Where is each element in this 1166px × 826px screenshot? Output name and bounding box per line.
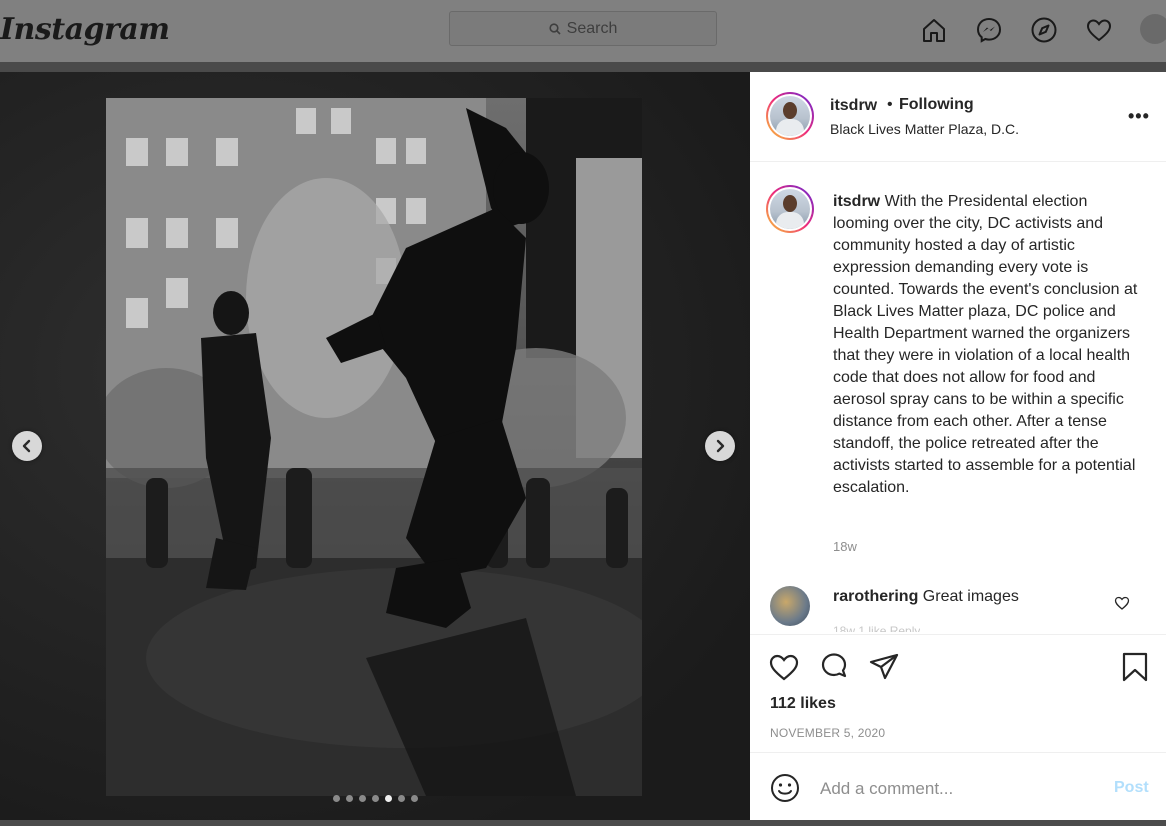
share-icon[interactable] (868, 651, 900, 683)
home-icon[interactable] (917, 13, 950, 46)
chevron-right-icon (716, 439, 725, 453)
carousel-dot (359, 795, 366, 802)
post-actions: 112 likes NOVEMBER 5, 2020 (750, 634, 1166, 753)
more-options-icon[interactable]: ••• (1128, 106, 1150, 127)
comment-input[interactable] (818, 773, 1102, 805)
caption-time: 18w (833, 539, 857, 554)
carousel-dot (385, 795, 392, 802)
following-button[interactable]: Following (899, 96, 974, 114)
carousel-dot (411, 795, 418, 802)
chevron-left-icon (22, 439, 31, 453)
comment: rarothering Great images (833, 588, 1019, 606)
caption-author-avatar[interactable] (766, 185, 814, 233)
explore-icon[interactable] (1027, 13, 1060, 46)
heart-icon[interactable] (1082, 13, 1115, 46)
post-header: itsdrw • Following Black Lives Matter Pl… (750, 72, 1166, 162)
save-bookmark-icon[interactable] (1119, 651, 1151, 683)
search-box[interactable]: Search (449, 11, 717, 46)
carousel-dot (372, 795, 379, 802)
author-username[interactable]: itsdrw (830, 97, 877, 115)
caption-username[interactable]: itsdrw (833, 193, 880, 210)
search-placeholder: Search (566, 19, 618, 37)
carousel-dot (398, 795, 405, 802)
next-slide-button[interactable] (705, 431, 735, 461)
post-comment-button[interactable]: Post (1114, 779, 1149, 797)
instagram-logo[interactable]: Instagram (0, 12, 170, 47)
add-comment-bar: Post (750, 752, 1166, 821)
comment-icon[interactable] (818, 651, 850, 683)
post-photo[interactable] (106, 98, 642, 796)
post-caption: itsdrw With the Presidental election loo… (833, 191, 1138, 499)
top-nav: Instagram Search (0, 0, 1166, 63)
previous-slide-button[interactable] (12, 431, 42, 461)
comment-like-icon[interactable] (1114, 595, 1130, 616)
comment-username[interactable]: rarothering (833, 588, 918, 605)
messenger-icon[interactable] (972, 13, 1005, 46)
post-details-panel: itsdrw • Following Black Lives Matter Pl… (750, 72, 1166, 820)
profile-avatar[interactable] (1140, 14, 1166, 44)
search-icon (549, 22, 561, 35)
post-location[interactable]: Black Lives Matter Plaza, D.C. (830, 121, 1019, 137)
separator-dot: • (887, 96, 893, 113)
caption-text: With the Presidental election looming ov… (833, 193, 1138, 496)
post-date: NOVEMBER 5, 2020 (770, 726, 886, 740)
likes-count[interactable]: 112 likes (770, 695, 836, 713)
like-icon[interactable] (768, 651, 800, 683)
comment-text: Great images (922, 588, 1019, 605)
carousel-dot (346, 795, 353, 802)
carousel-dots (333, 795, 418, 802)
comment-avatar[interactable] (770, 586, 810, 626)
author-avatar[interactable] (766, 92, 814, 140)
comment-meta: 18w 1 like Reply (833, 624, 921, 632)
emoji-icon[interactable] (769, 772, 801, 809)
carousel-dot (333, 795, 340, 802)
feed-background (0, 62, 1166, 72)
